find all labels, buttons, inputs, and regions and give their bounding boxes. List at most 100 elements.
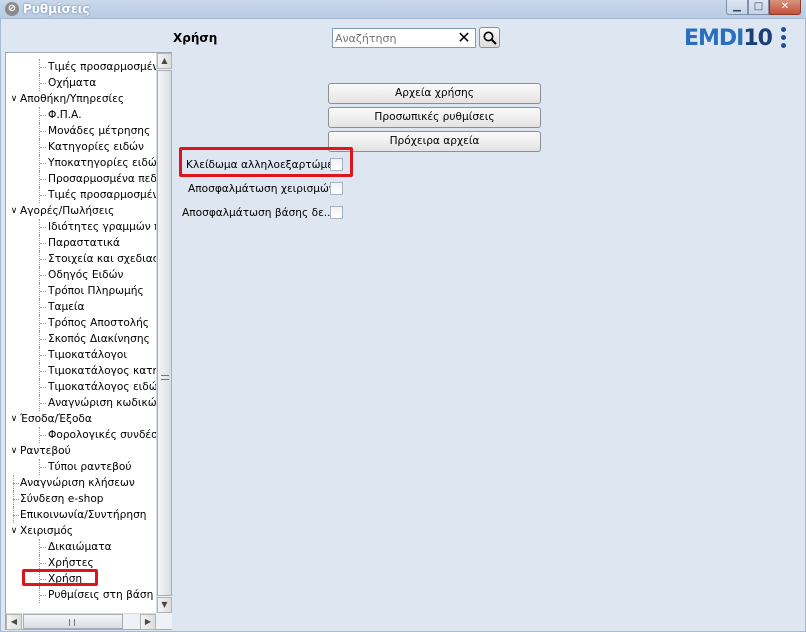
maximize-button[interactable]: □ [748, 0, 769, 15]
tree-item[interactable]: Τιμοκατάλογος ειδών [6, 379, 156, 395]
scroll-thumb[interactable] [157, 70, 172, 596]
tree-item-label: Σκοπός Διακίνησης [48, 333, 150, 345]
tree-item-label: Προσαρμοσμένα πεδί [48, 173, 156, 185]
expand-icon[interactable]: ∨ [9, 443, 19, 459]
tree-group[interactable]: ∨ Αγορές/Πωλήσεις [6, 203, 156, 219]
tree-group-label: Χειρισμός [20, 525, 74, 537]
tree-item-label: Τιμοκατάλογοι [48, 349, 127, 361]
tree-item[interactable]: Φορολογικές συνδέσει [6, 427, 156, 443]
scroll-right-button[interactable]: ▶ [140, 614, 156, 630]
tree-group-label: Σύνδεση e-shop [20, 493, 104, 505]
tree-group[interactable]: ∨ Αποθήκη/Υπηρεσίες [6, 91, 156, 107]
tree-item[interactable]: Ρυθμίσεις στη βάση [6, 587, 156, 603]
option-checkbox-debug-db[interactable] [330, 206, 343, 219]
window-title: Ρυθμίσεις [23, 2, 90, 16]
tree-group-label: Αγορές/Πωλήσεις [20, 205, 115, 217]
tree-item[interactable]: Προσαρμοσμένα πεδί [6, 171, 156, 187]
search-icon [483, 31, 497, 45]
tree-item[interactable]: Στοιχεία και σχεδιασμό [6, 251, 156, 267]
section-title: Χρήση [173, 31, 218, 45]
tree-item-label: Τρόπος Αποστολής [48, 317, 150, 329]
tree-group[interactable]: Σύνδεση e-shop [6, 491, 156, 507]
tree-item-label: Τιμές προσαρμοσμένω [48, 61, 156, 73]
expand-icon[interactable]: ∨ [9, 203, 19, 219]
tree-item-label: Ιδιότητες γραμμών πα [48, 221, 156, 233]
tree-group[interactable]: Επικοινωνία/Συντήρηση [6, 507, 156, 523]
tree-item[interactable]: Μονάδες μέτρησης [6, 123, 156, 139]
tree-group-label: Επικοινωνία/Συντήρηση [20, 509, 147, 521]
tree-group-label: Ραντεβού [20, 445, 71, 457]
title-bar: ⊘ Ρυθμίσεις ▁ □ ✕ [0, 0, 806, 19]
logo-text: EMDI [684, 26, 744, 51]
tree-item[interactable]: Οδηγός Ειδών [6, 267, 156, 283]
personal-settings-button[interactable]: Προσωπικές ρυθμίσεις [328, 107, 541, 128]
tree-item-label: Τιμοκατάλογος κατηγο [48, 365, 156, 377]
clear-icon[interactable]: ✕ [456, 30, 472, 46]
expand-icon[interactable]: ∨ [9, 411, 19, 427]
tree-item-label: Οχήματα [48, 77, 97, 89]
tree-item[interactable]: Τρόποι Πληρωμής [6, 283, 156, 299]
more-menu-icon[interactable] [778, 27, 788, 51]
horizontal-scrollbar[interactable]: ◀ ▶ [6, 613, 156, 630]
tree-group[interactable]: ∨ Έσοδα/Έξοδα [6, 411, 156, 427]
scroll-down-button[interactable]: ▼ [157, 597, 172, 613]
tree-item[interactable]: Τιμές προσαρμοσμένω [6, 59, 156, 75]
option-label-debug-db: Αποσφαλμάτωση βάσης δε... [182, 207, 334, 219]
tree-item-label: Ταμεία [48, 301, 85, 313]
tree-item[interactable]: Παραστατικά [6, 235, 156, 251]
usage-files-button[interactable]: Αρχεία χρήσης [328, 83, 541, 104]
scroll-up-button[interactable]: ▲ [157, 53, 172, 69]
tree-item-label: Φ.Π.Α. [48, 109, 82, 121]
tree-item-label: Παραστατικά [48, 237, 120, 249]
settings-tree: Τιμές προσαρμοσμένω Οχήματα ∨ Αποθήκη/Υπηρε… [5, 52, 172, 630]
tree-item[interactable]: Τρόπος Αποστολής [6, 315, 156, 331]
tree-item[interactable]: Αναγνώριση κωδικών [6, 395, 156, 411]
tree-item[interactable]: Ταμεία [6, 299, 156, 315]
tree-list: Τιμές προσαρμοσμένω Οχήματα ∨ Αποθήκη/Υπηρε… [6, 53, 156, 613]
tree-item[interactable]: Τιμοκατάλογος κατηγο [6, 363, 156, 379]
emdi-logo: EMDI10 [684, 26, 773, 51]
search-input[interactable] [335, 30, 455, 46]
scroll-corner [156, 613, 172, 629]
tree-group-label: Έσοδα/Έξοδα [20, 413, 92, 425]
tree-group[interactable]: Αναγνώριση κλήσεων [6, 475, 156, 491]
logo-number: 10 [743, 26, 773, 51]
expand-icon[interactable]: ∨ [9, 91, 19, 107]
tree-item[interactable]: Τιμές προσαρμοσμένω [6, 187, 156, 203]
tree-item-label: Δικαιώματα [48, 541, 112, 553]
tree-item[interactable]: Σκοπός Διακίνησης [6, 331, 156, 347]
tree-item-label: Κατηγορίες ειδών [48, 141, 144, 153]
option-label-debug-ui: Αποσφαλμάτωση χειρισμών [188, 183, 335, 195]
tree-item-label: Τιμές προσαρμοσμένω [48, 189, 156, 201]
tree-group[interactable]: ∨ Ραντεβού [6, 443, 156, 459]
draft-files-button[interactable]: Πρόχειρα αρχεία [328, 131, 541, 152]
tree-item-label: Μονάδες μέτρησης [48, 125, 151, 137]
vertical-scrollbar[interactable]: ▲ ▼ [156, 53, 172, 613]
scroll-left-button[interactable]: ◀ [6, 614, 22, 630]
tree-item-label: Ρυθμίσεις στη βάση [48, 589, 154, 601]
search-button[interactable] [479, 27, 500, 48]
tree-item-label: Τιμοκατάλογος ειδών [48, 381, 156, 393]
tree-item[interactable]: Τιμοκατάλογοι [6, 347, 156, 363]
tree-item[interactable]: Κατηγορίες ειδών [6, 139, 156, 155]
close-button[interactable]: ✕ [769, 0, 801, 15]
app-icon: ⊘ [5, 2, 19, 16]
tree-group[interactable]: ∨ Χειρισμός [6, 523, 156, 539]
tree-item[interactable]: Δικαιώματα [6, 539, 156, 555]
tree-group-label: Αποθήκη/Υπηρεσίες [20, 93, 125, 105]
tree-item-label: Τύποι ραντεβού [48, 461, 132, 473]
tree-item-label: Υποκατηγορίες ειδών [48, 157, 156, 169]
hscroll-thumb[interactable] [23, 614, 123, 629]
tree-item-label: Οδηγός Ειδών [48, 269, 124, 281]
tree-item[interactable]: Τύποι ραντεβού [6, 459, 156, 475]
tree-item[interactable]: Οχήματα [6, 75, 156, 91]
tree-item[interactable]: Φ.Π.Α. [6, 107, 156, 123]
tree-group-label: Αναγνώριση κλήσεων [20, 477, 135, 489]
search-box: ✕ [332, 28, 476, 48]
minimize-button[interactable]: ▁ [726, 0, 748, 15]
expand-icon[interactable]: ∨ [9, 523, 19, 539]
option-checkbox-debug-ui[interactable] [330, 182, 343, 195]
tree-item-label: Στοιχεία και σχεδιασμό [48, 253, 156, 265]
tree-item[interactable]: Υποκατηγορίες ειδών [6, 155, 156, 171]
tree-item[interactable]: Ιδιότητες γραμμών πα [6, 219, 156, 235]
